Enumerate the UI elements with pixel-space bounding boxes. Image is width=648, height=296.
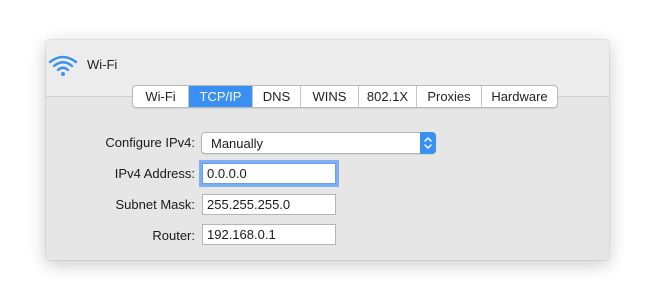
chevron-updown-icon <box>420 132 436 154</box>
tab-bar: Wi-Fi TCP/IP DNS WINS 802.1X Proxies Har… <box>132 85 558 108</box>
subnet-mask-label: Subnet Mask: <box>115 197 196 212</box>
title-bar: Wi-Fi <box>46 40 609 90</box>
window-title: Wi-Fi <box>87 57 118 72</box>
tab-802-1x[interactable]: 802.1X <box>359 86 417 107</box>
subnet-mask-field[interactable] <box>202 194 336 215</box>
tab-dns[interactable]: DNS <box>253 86 301 107</box>
ipv4-address-field[interactable] <box>199 160 339 187</box>
tab-tcp-ip[interactable]: TCP/IP <box>189 86 253 107</box>
tab-hardware[interactable]: Hardware <box>482 86 557 107</box>
tab-proxies[interactable]: Proxies <box>417 86 482 107</box>
configure-ipv4-label: Configure IPv4: <box>105 135 195 150</box>
router-field[interactable] <box>202 224 336 245</box>
network-settings-window: Wi-Fi Wi-Fi TCP/IP DNS WINS 802.1X Proxi… <box>46 40 609 260</box>
wifi-icon <box>48 53 78 77</box>
configure-ipv4-select[interactable]: Manually <box>201 132 436 154</box>
configure-ipv4-value: Manually <box>211 136 264 151</box>
tab-wins[interactable]: WINS <box>301 86 359 107</box>
ipv4-address-label: IPv4 Address: <box>114 166 195 181</box>
tab-wifi[interactable]: Wi-Fi <box>133 86 189 107</box>
router-label: Router: <box>152 228 195 243</box>
